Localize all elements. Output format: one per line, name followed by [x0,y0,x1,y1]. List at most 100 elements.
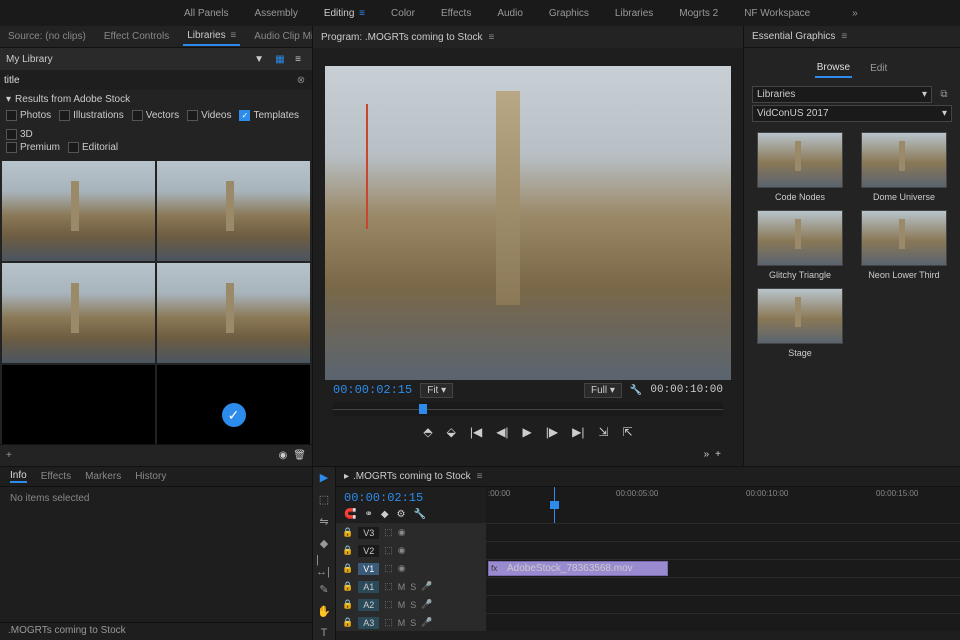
snap-icon[interactable]: 🧲 [344,509,356,520]
lock-icon[interactable]: 🔒 [342,581,353,592]
video-preview[interactable] [325,66,731,380]
solo-icon[interactable]: S [410,600,416,610]
tab-markers[interactable]: Markers [85,471,121,482]
filter-editorial[interactable]: Editorial [68,142,118,153]
mogrt-item[interactable]: Dome Universe [856,132,952,202]
workspace-audio[interactable]: Audio [493,6,527,21]
library-selector[interactable]: My Library ▼ ▦ ≡ [0,48,312,70]
hand-tool-icon[interactable]: ✋ [316,604,332,618]
mark-in-icon[interactable]: ⬘ [423,425,432,439]
new-folder-icon[interactable]: ⧉ [936,89,952,100]
mogrt-item[interactable]: Neon Lower Third [856,210,952,280]
selection-tool-icon[interactable]: ▶ [316,471,332,485]
solo-icon[interactable]: S [410,582,416,592]
add-button-icon[interactable]: + [715,449,721,460]
add-button[interactable]: + [6,450,12,461]
eg-library-select[interactable]: VidConUS 2017▾ [752,105,952,122]
stock-result[interactable] [157,263,310,363]
tab-effects[interactable]: Effects [41,471,71,482]
mic-icon[interactable]: 🎤 [421,617,432,628]
lock-icon[interactable]: 🔒 [342,617,353,628]
workspace-mogrts2[interactable]: Mogrts 2 [675,6,722,21]
track-label[interactable]: A3 [358,617,379,629]
panel-menu-icon[interactable]: ≡ [477,471,483,482]
play-icon[interactable]: ▶ [523,425,532,439]
time-ruler[interactable]: :00:00 00:00:05:00 00:00:10:00 00:00:15:… [486,487,960,523]
filter-videos[interactable]: Videos [187,110,231,121]
tab-history[interactable]: History [135,471,166,482]
lift-icon[interactable]: ⇲ [599,425,609,439]
mute-icon[interactable]: M [398,582,406,592]
stock-result[interactable] [2,365,155,444]
workspace-assembly[interactable]: Assembly [250,6,301,21]
filter-templates[interactable]: Templates [239,110,299,121]
pen-tool-icon[interactable]: ✎ [316,582,332,596]
mogrt-item[interactable]: Code Nodes [752,132,848,202]
settings-icon[interactable]: 🔧 [630,385,642,396]
type-tool-icon[interactable]: T [316,626,332,640]
search-input[interactable] [4,75,294,86]
workspace-libraries[interactable]: Libraries [611,6,657,21]
razor-tool-icon[interactable]: ◆ [316,537,332,551]
results-header[interactable]: ▾ Results from Adobe Stock [0,90,312,108]
track-label[interactable]: V3 [358,527,379,539]
toggle-output-icon[interactable]: ⬚ [384,545,393,556]
lock-icon[interactable]: 🔒 [342,563,353,574]
camera-icon[interactable]: ◉ [279,450,288,461]
panel-menu-icon[interactable]: ≡ [841,31,847,42]
stock-result[interactable] [2,161,155,261]
playhead[interactable] [554,487,555,523]
tab-source[interactable]: Source: (no clips) [4,28,90,45]
overflow-icon[interactable]: » [704,449,710,460]
marker-icon[interactable]: ◆ [381,509,389,520]
toggle-output-icon[interactable]: ⬚ [384,581,393,592]
toggle-output-icon[interactable]: ⬚ [384,617,393,628]
ripple-tool-icon[interactable]: ⇋ [316,515,332,529]
lock-icon[interactable]: 🔒 [342,527,353,538]
panel-menu-icon[interactable]: ≡ [489,32,495,43]
workspace-editing[interactable]: Editing ≡ [320,6,369,21]
tab-menu-icon[interactable]: ≡ [230,30,236,41]
goto-out-icon[interactable]: ▶| [572,425,584,439]
clear-search-icon[interactable]: ⊗ [294,75,308,86]
lock-icon[interactable]: 🔒 [342,599,353,610]
tab-effect-controls[interactable]: Effect Controls [100,28,173,45]
stock-result-selected[interactable]: ✓ [157,365,310,444]
caret-right-icon[interactable]: ▸ [344,471,349,482]
workspace-color[interactable]: Color [387,6,419,21]
workspace-all-panels[interactable]: All Panels [180,6,232,21]
step-fwd-icon[interactable]: |▶ [546,425,558,439]
toggle-output-icon[interactable]: ⬚ [384,599,393,610]
mark-out-icon[interactable]: ⬙ [447,425,456,439]
timeline-timecode[interactable]: 00:00:02:15 [344,491,478,505]
tab-info[interactable]: Info [10,470,27,483]
filter-photos[interactable]: Photos [6,110,51,121]
workspace-overflow-icon[interactable]: » [852,8,858,19]
playhead-icon[interactable] [419,404,427,414]
track-label[interactable]: A1 [358,581,379,593]
wrench-icon[interactable]: 🔧 [414,509,426,520]
track-label[interactable]: V1 [358,563,379,575]
track-select-tool-icon[interactable]: ⬚ [316,493,332,507]
lock-icon[interactable]: 🔒 [342,545,353,556]
track-label[interactable]: V2 [358,545,379,557]
link-icon[interactable]: ⚭ [364,509,372,520]
filter-3d[interactable]: 3D [6,129,33,140]
tab-edit[interactable]: Edit [868,60,889,77]
mute-icon[interactable]: M [398,618,406,628]
resolution-select[interactable]: Full ▾ [584,383,622,398]
eye-icon[interactable]: ◉ [398,527,406,538]
settings-icon[interactable]: ⚙ [397,509,406,520]
toggle-output-icon[interactable]: ⬚ [384,527,393,538]
stock-result[interactable] [157,161,310,261]
trash-icon[interactable]: 🗑 [293,450,306,461]
eye-icon[interactable]: ◉ [398,563,406,574]
eye-icon[interactable]: ◉ [398,545,406,556]
tab-browse[interactable]: Browse [815,59,852,78]
mogrt-item[interactable]: Glitchy Triangle [752,210,848,280]
zoom-select[interactable]: Fit ▾ [420,383,453,398]
workspace-nf[interactable]: NF Workspace [740,6,814,21]
toggle-output-icon[interactable]: ⬚ [384,563,393,574]
eg-source-select[interactable]: Libraries▾ [752,86,932,103]
tab-libraries[interactable]: Libraries ≡ [183,27,240,46]
